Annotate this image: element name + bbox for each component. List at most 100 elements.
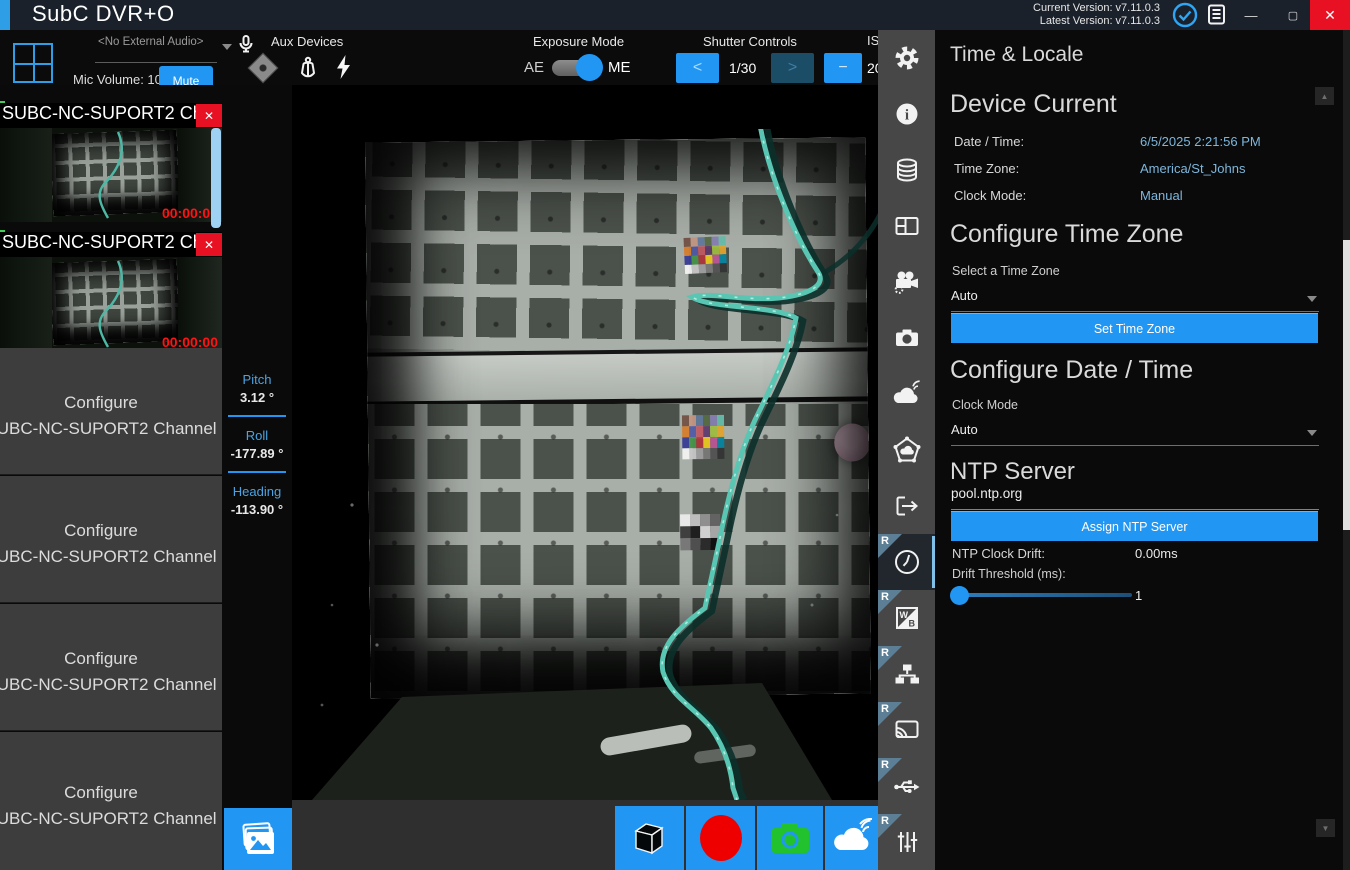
scroll-down-button[interactable]: ▼ xyxy=(1316,819,1335,837)
chevron-down-icon xyxy=(1307,296,1317,302)
channel-header: SUBC-NC-SUPORT2 Channel ✕ xyxy=(0,232,222,257)
app-title: SubC DVR+O xyxy=(32,1,175,27)
drift-threshold-slider[interactable] xyxy=(952,593,1132,597)
media-gallery-button[interactable] xyxy=(224,808,292,870)
aux-strobe-flash-icon[interactable] xyxy=(330,53,356,83)
release-notes-icon[interactable] xyxy=(1206,4,1232,30)
channel-tile[interactable]: SUBC-NC-SUPORT2 Channel ✕ 00:00:00 xyxy=(0,232,222,351)
layout-grid-button[interactable] xyxy=(13,43,53,83)
iso-minus-button[interactable]: − xyxy=(824,53,862,83)
svg-text:B: B xyxy=(908,619,915,629)
drift-threshold-slider-knob[interactable] xyxy=(950,586,969,605)
pitch-label: Pitch xyxy=(222,372,292,387)
rope-overlay xyxy=(292,85,878,800)
configure-channel-tile[interactable]: ConfigureSUBC-NC-SUPORT2 Channel xyxy=(0,348,222,475)
rail-item-adjustments[interactable]: R xyxy=(878,814,935,870)
version-info: Current Version: v7.11.0.3 Latest Versio… xyxy=(1033,2,1160,28)
record-icon xyxy=(697,813,745,863)
rail-item-network-cloud[interactable] xyxy=(878,422,935,478)
rail-item-usb[interactable]: R xyxy=(878,758,935,814)
right-panel-scrollbar[interactable] xyxy=(1343,240,1350,530)
record-button[interactable] xyxy=(686,806,755,870)
rail-item-camera-settings[interactable] xyxy=(878,254,935,310)
rail-item-export[interactable] xyxy=(878,478,935,534)
rail-item-layout[interactable] xyxy=(878,198,935,254)
left-panel-scrollbar[interactable] xyxy=(211,128,221,228)
configure-channel-tile[interactable]: ConfigureSUBC-NC-SUPORT2 Channel xyxy=(0,476,222,603)
microphone-icon xyxy=(233,34,259,58)
snapshot-button[interactable] xyxy=(757,806,823,870)
ntp-server-input[interactable]: pool.ntp.org xyxy=(951,486,1319,510)
heading-label: Heading xyxy=(222,484,292,499)
info-icon: i xyxy=(892,99,922,129)
configure-channel-tile[interactable]: ConfigureSUBC-NC-SUPORT2 Channel xyxy=(0,732,222,870)
maximize-button[interactable]: ▢ xyxy=(1276,0,1310,30)
exposure-toggle-knob[interactable] xyxy=(576,54,603,81)
channel-title: SUBC-NC-SUPORT2 Channel xyxy=(2,232,196,253)
rail-item-settings[interactable] xyxy=(878,30,935,86)
cloud-upload-button[interactable] xyxy=(825,806,880,870)
rail-item-info[interactable]: i xyxy=(878,86,935,142)
latest-version: Latest Version: v7.11.0.3 xyxy=(1033,15,1160,28)
channel-close-button[interactable]: ✕ xyxy=(196,104,222,127)
clock-mode-value: Manual xyxy=(1140,188,1183,203)
set-time-zone-button[interactable]: Set Time Zone xyxy=(951,313,1318,343)
time-zone-label: Time Zone: xyxy=(954,161,1019,176)
cloud-wifi-icon xyxy=(830,818,876,858)
rail-item-cloud[interactable] xyxy=(878,366,935,422)
drift-threshold-label: Drift Threshold (ms): xyxy=(952,567,1066,581)
panel-title: Time & Locale xyxy=(950,43,1083,67)
r-badge: R xyxy=(878,758,902,782)
rail-item-white-balance[interactable]: R WB xyxy=(878,590,935,646)
channel-preview[interactable]: 00:00:00 xyxy=(0,257,222,351)
r-badge: R xyxy=(878,702,902,726)
video-camera-gear-icon xyxy=(892,267,922,297)
assign-ntp-server-button[interactable]: Assign NTP Server xyxy=(951,511,1318,541)
roll-value: -177.89 ° xyxy=(222,446,292,461)
aux-lamp-icon[interactable] xyxy=(294,55,322,83)
time-locale-panel: Time & Locale ▲ Device Current Date / Ti… xyxy=(935,30,1350,870)
channel-panel: SUBC-NC-SUPORT2 Channel ✕ 00:00:00 SUBC-… xyxy=(0,85,222,870)
subc-dvr-window: SubC DVR+O Current Version: v7.11.0.3 La… xyxy=(0,0,1350,870)
audio-select-underline xyxy=(95,62,217,63)
clock-mode-label: Clock Mode: xyxy=(954,188,1026,203)
update-check-icon[interactable] xyxy=(1172,2,1198,28)
scroll-up-button[interactable]: ▲ xyxy=(1315,87,1334,105)
minimize-button[interactable]: — xyxy=(1234,0,1268,30)
3d-capture-button[interactable] xyxy=(615,806,684,870)
current-version: Current Version: v7.11.0.3 xyxy=(1033,2,1160,15)
r-badge: R xyxy=(878,534,902,558)
close-button[interactable]: ✕ xyxy=(1310,0,1350,30)
ntp-clock-drift-value: 0.00ms xyxy=(1135,546,1178,561)
section-ntp-server: NTP Server xyxy=(950,458,1075,486)
channel-tile[interactable]: SUBC-NC-SUPORT2 Channel ✕ 00:00:00 xyxy=(0,103,222,222)
rail-item-screen-cast[interactable]: R xyxy=(878,702,935,758)
date-time-label: Date / Time: xyxy=(954,134,1024,149)
chevron-down-icon[interactable] xyxy=(222,44,232,50)
configure-channel-tile[interactable]: ConfigureSUBC-NC-SUPORT2 Channel xyxy=(0,604,222,731)
rail-item-time-locale[interactable]: R xyxy=(878,534,935,590)
channel-preview[interactable]: 00:00:00 xyxy=(0,128,222,222)
audio-device-select[interactable]: <No External Audio> xyxy=(98,36,208,48)
channel-close-button[interactable]: ✕ xyxy=(196,233,222,256)
rail-item-network[interactable]: R xyxy=(878,646,935,702)
rail-item-snapshot[interactable] xyxy=(878,310,935,366)
shutter-next-button[interactable]: > xyxy=(771,53,814,83)
shutter-controls-title: Shutter Controls xyxy=(703,34,797,49)
section-configure-time-zone: Configure Time Zone xyxy=(950,220,1183,249)
rail-item-storage[interactable] xyxy=(878,142,935,198)
camera-icon xyxy=(768,820,812,856)
date-time-value: 6/5/2025 2:21:56 PM xyxy=(1140,134,1261,149)
main-video-feed[interactable] xyxy=(292,85,878,800)
time-zone-dropdown[interactable]: Auto xyxy=(951,288,1319,312)
svg-text:i: i xyxy=(904,108,908,124)
exposure-me-label: ME xyxy=(608,59,631,76)
cloud-wifi-icon xyxy=(891,379,923,409)
rail-selection-indicator xyxy=(932,536,935,588)
pentagon-network-icon xyxy=(892,435,922,465)
chevron-down-icon xyxy=(1307,430,1317,436)
clock-mode-dropdown[interactable]: Auto xyxy=(951,422,1319,446)
shutter-prev-button[interactable]: < xyxy=(676,53,719,83)
r-badge: R xyxy=(878,646,902,670)
section-configure-date-time: Configure Date / Time xyxy=(950,356,1193,385)
